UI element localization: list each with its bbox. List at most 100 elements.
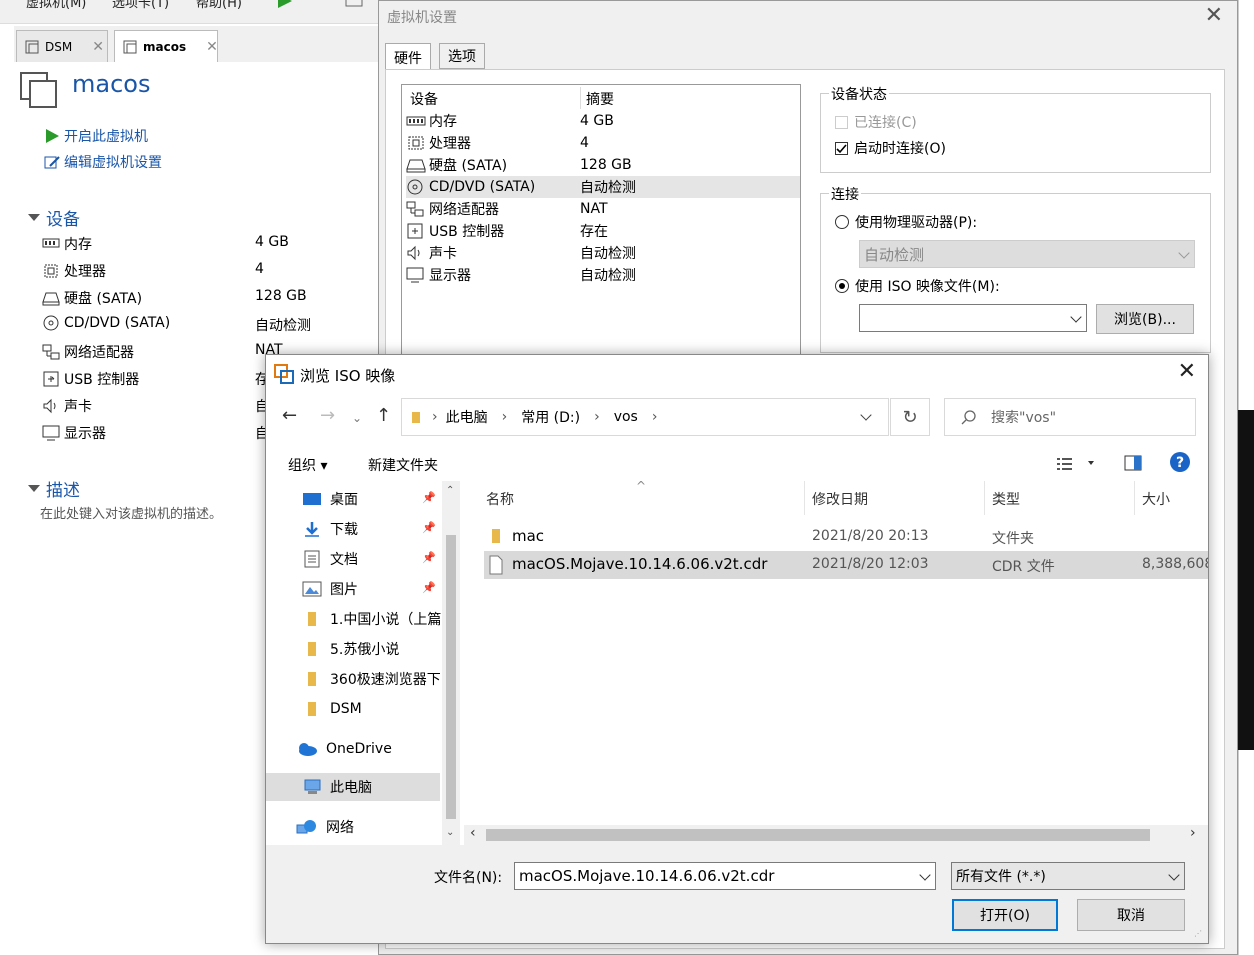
address-bar[interactable]: › 此电脑 › 常用 (D:) › vos › bbox=[401, 398, 889, 436]
search-input[interactable]: 搜索"vos" bbox=[944, 398, 1196, 436]
breadcrumb-vos[interactable]: vos bbox=[614, 409, 638, 425]
nav-downloads[interactable]: 下载 bbox=[302, 515, 442, 543]
new-folder-button[interactable]: 新建文件夹 bbox=[368, 455, 438, 475]
preview-pane-icon[interactable] bbox=[1124, 455, 1142, 471]
list-item[interactable]: 声卡 自动检测 bbox=[406, 242, 800, 264]
list-item[interactable]: 内存 4 GB bbox=[406, 110, 800, 132]
column-date[interactable]: 修改日期 bbox=[812, 489, 868, 509]
iso-file-radio[interactable]: 使用 ISO 映像文件(M): bbox=[835, 276, 1000, 296]
list-item[interactable]: 硬盘 (SATA) 128 GB bbox=[406, 154, 800, 176]
device-network[interactable]: 网络适配器 bbox=[42, 342, 134, 362]
pin-icon[interactable]: 📌 bbox=[422, 521, 436, 534]
column-divider[interactable] bbox=[984, 481, 985, 515]
organize-menu[interactable]: 组织 ▾ bbox=[288, 455, 327, 475]
scroll-down-icon[interactable]: ⌄ bbox=[446, 827, 454, 838]
nav-folder[interactable]: DSM bbox=[302, 695, 442, 723]
file-type-filter[interactable]: 所有文件 (*.*) bbox=[951, 862, 1185, 890]
menu-vm[interactable]: 虚拟机(M) bbox=[26, 0, 86, 11]
scroll-up-icon[interactable]: ⌃ bbox=[446, 485, 454, 496]
nav-folder[interactable]: 1.中国小说（上篇 bbox=[302, 605, 442, 633]
scroll-right-icon[interactable]: › bbox=[1190, 825, 1196, 841]
device-sound[interactable]: 声卡 bbox=[42, 396, 92, 416]
physical-drive-radio[interactable]: 使用物理驱动器(P): bbox=[835, 212, 977, 232]
folder-icon bbox=[410, 410, 424, 424]
nav-onedrive[interactable]: OneDrive bbox=[296, 735, 436, 763]
connect-on-start-checkbox[interactable]: 启动时连接(O) bbox=[835, 138, 946, 158]
connected-checkbox[interactable]: 已连接(C) bbox=[835, 112, 917, 132]
description-section-header[interactable]: 描述 bbox=[28, 476, 80, 501]
list-item[interactable]: 处理器 4 bbox=[406, 132, 800, 154]
device-disk[interactable]: 硬盘 (SATA) bbox=[42, 288, 142, 308]
device-cdrom[interactable]: CD/DVD (SATA) bbox=[42, 315, 170, 331]
vm-icon bbox=[123, 40, 137, 54]
resize-grip-icon[interactable]: ⋰ bbox=[1194, 929, 1202, 938]
iso-path-input[interactable] bbox=[859, 304, 1087, 332]
summary-column-header[interactable]: 摘要 bbox=[586, 89, 614, 109]
tab-hardware[interactable]: 硬件 bbox=[385, 43, 431, 71]
column-size[interactable]: 大小 bbox=[1142, 489, 1170, 509]
pin-icon[interactable]: 📌 bbox=[422, 551, 436, 564]
back-arrow-icon[interactable]: ← bbox=[282, 405, 297, 426]
help-icon[interactable]: ? bbox=[1170, 452, 1190, 472]
tab-macos[interactable]: macos ✕ bbox=[114, 30, 218, 62]
menu-tabs[interactable]: 选项卡(T) bbox=[112, 0, 169, 11]
breadcrumb-drive[interactable]: 常用 (D:) bbox=[521, 407, 580, 427]
tab-options[interactable]: 选项 bbox=[439, 43, 485, 69]
cpu-icon bbox=[42, 263, 60, 279]
nav-pictures[interactable]: 图片 bbox=[302, 575, 442, 603]
description-text[interactable]: 在此处键入对该虚拟机的描述。 bbox=[40, 503, 222, 522]
nav-network[interactable]: 网络 bbox=[296, 813, 436, 841]
file-list-scrollbar[interactable]: ‹ › bbox=[464, 825, 1208, 845]
close-tab-icon[interactable]: ✕ bbox=[206, 39, 218, 55]
device-cpu[interactable]: 处理器 bbox=[42, 261, 106, 281]
table-row-selected[interactable]: macOS.Mojave.10.14.6.06.v2t.cdr 2021/8/2… bbox=[484, 551, 1208, 579]
close-tab-icon[interactable]: ✕ bbox=[92, 39, 104, 55]
menu-help[interactable]: 帮助(H) bbox=[196, 0, 242, 11]
view-options-icon[interactable] bbox=[1056, 455, 1096, 471]
column-type[interactable]: 类型 bbox=[992, 489, 1020, 509]
list-item[interactable]: 显示器 自动检测 bbox=[406, 264, 800, 286]
toolbar-icon[interactable] bbox=[344, 0, 364, 10]
start-vm-link[interactable]: 开启此虚拟机 bbox=[44, 126, 148, 146]
play-icon[interactable] bbox=[276, 0, 294, 8]
device-monitor[interactable]: 显示器 bbox=[42, 423, 106, 443]
breadcrumb-this-pc[interactable]: 此电脑 bbox=[446, 407, 488, 427]
nav-folder[interactable]: 5.苏俄小说 bbox=[302, 635, 442, 663]
devices-section-header[interactable]: 设备 bbox=[28, 205, 80, 230]
list-item[interactable]: USB 控制器 存在 bbox=[406, 220, 800, 242]
list-item-selected[interactable]: CD/DVD (SATA) 自动检测 bbox=[406, 176, 800, 198]
nav-this-pc[interactable]: 此电脑 bbox=[266, 773, 440, 801]
device-column-header[interactable]: 设备 bbox=[410, 89, 438, 109]
refresh-icon[interactable]: ↻ bbox=[890, 398, 930, 436]
device-usb[interactable]: USB 控制器 bbox=[42, 369, 139, 389]
device-list[interactable]: 设备 摘要 内存 4 GB 处理器 4 硬盘 (SATA) 128 GB CD/DVD… bbox=[401, 84, 801, 364]
column-name[interactable]: 名称 bbox=[486, 489, 514, 509]
browse-button[interactable]: 浏览(B)... bbox=[1096, 304, 1194, 334]
pin-icon[interactable]: 📌 bbox=[422, 581, 436, 594]
scrollbar-thumb[interactable] bbox=[446, 535, 456, 819]
close-icon[interactable]: ✕ bbox=[1178, 359, 1196, 384]
recent-chevron-icon[interactable]: ⌄ bbox=[352, 411, 362, 425]
physical-drive-select[interactable]: 自动检测 bbox=[859, 240, 1195, 268]
filename-input[interactable]: macOS.Mojave.10.14.6.06.v2t.cdr bbox=[514, 862, 936, 890]
close-icon[interactable]: ✕ bbox=[1205, 3, 1223, 28]
nav-scrollbar[interactable]: ⌃ ⌄ bbox=[442, 481, 460, 845]
tab-dsm[interactable]: DSM ✕ bbox=[16, 30, 108, 62]
cancel-button[interactable]: 取消 bbox=[1077, 899, 1185, 931]
column-divider[interactable] bbox=[1134, 481, 1135, 515]
device-memory[interactable]: 内存 bbox=[42, 234, 92, 254]
forward-arrow-icon[interactable]: → bbox=[320, 405, 335, 426]
list-item[interactable]: 网络适配器 NAT bbox=[406, 198, 800, 220]
nav-desktop[interactable]: 桌面 bbox=[302, 485, 442, 513]
scroll-left-icon[interactable]: ‹ bbox=[470, 825, 476, 841]
nav-documents[interactable]: 文档 bbox=[302, 545, 442, 573]
address-dropdown-icon[interactable] bbox=[860, 409, 872, 421]
open-button[interactable]: 打开(O) bbox=[952, 899, 1058, 931]
edit-vm-settings-link[interactable]: 编辑虚拟机设置 bbox=[44, 152, 162, 172]
table-row[interactable]: mac 2021/8/20 20:13 文件夹 bbox=[484, 523, 1208, 551]
pin-icon[interactable]: 📌 bbox=[422, 491, 436, 504]
up-arrow-icon[interactable]: ↑ bbox=[376, 405, 391, 426]
column-divider[interactable] bbox=[804, 481, 805, 515]
nav-folder[interactable]: 360极速浏览器下 bbox=[302, 665, 442, 693]
scrollbar-thumb[interactable] bbox=[486, 829, 1150, 841]
